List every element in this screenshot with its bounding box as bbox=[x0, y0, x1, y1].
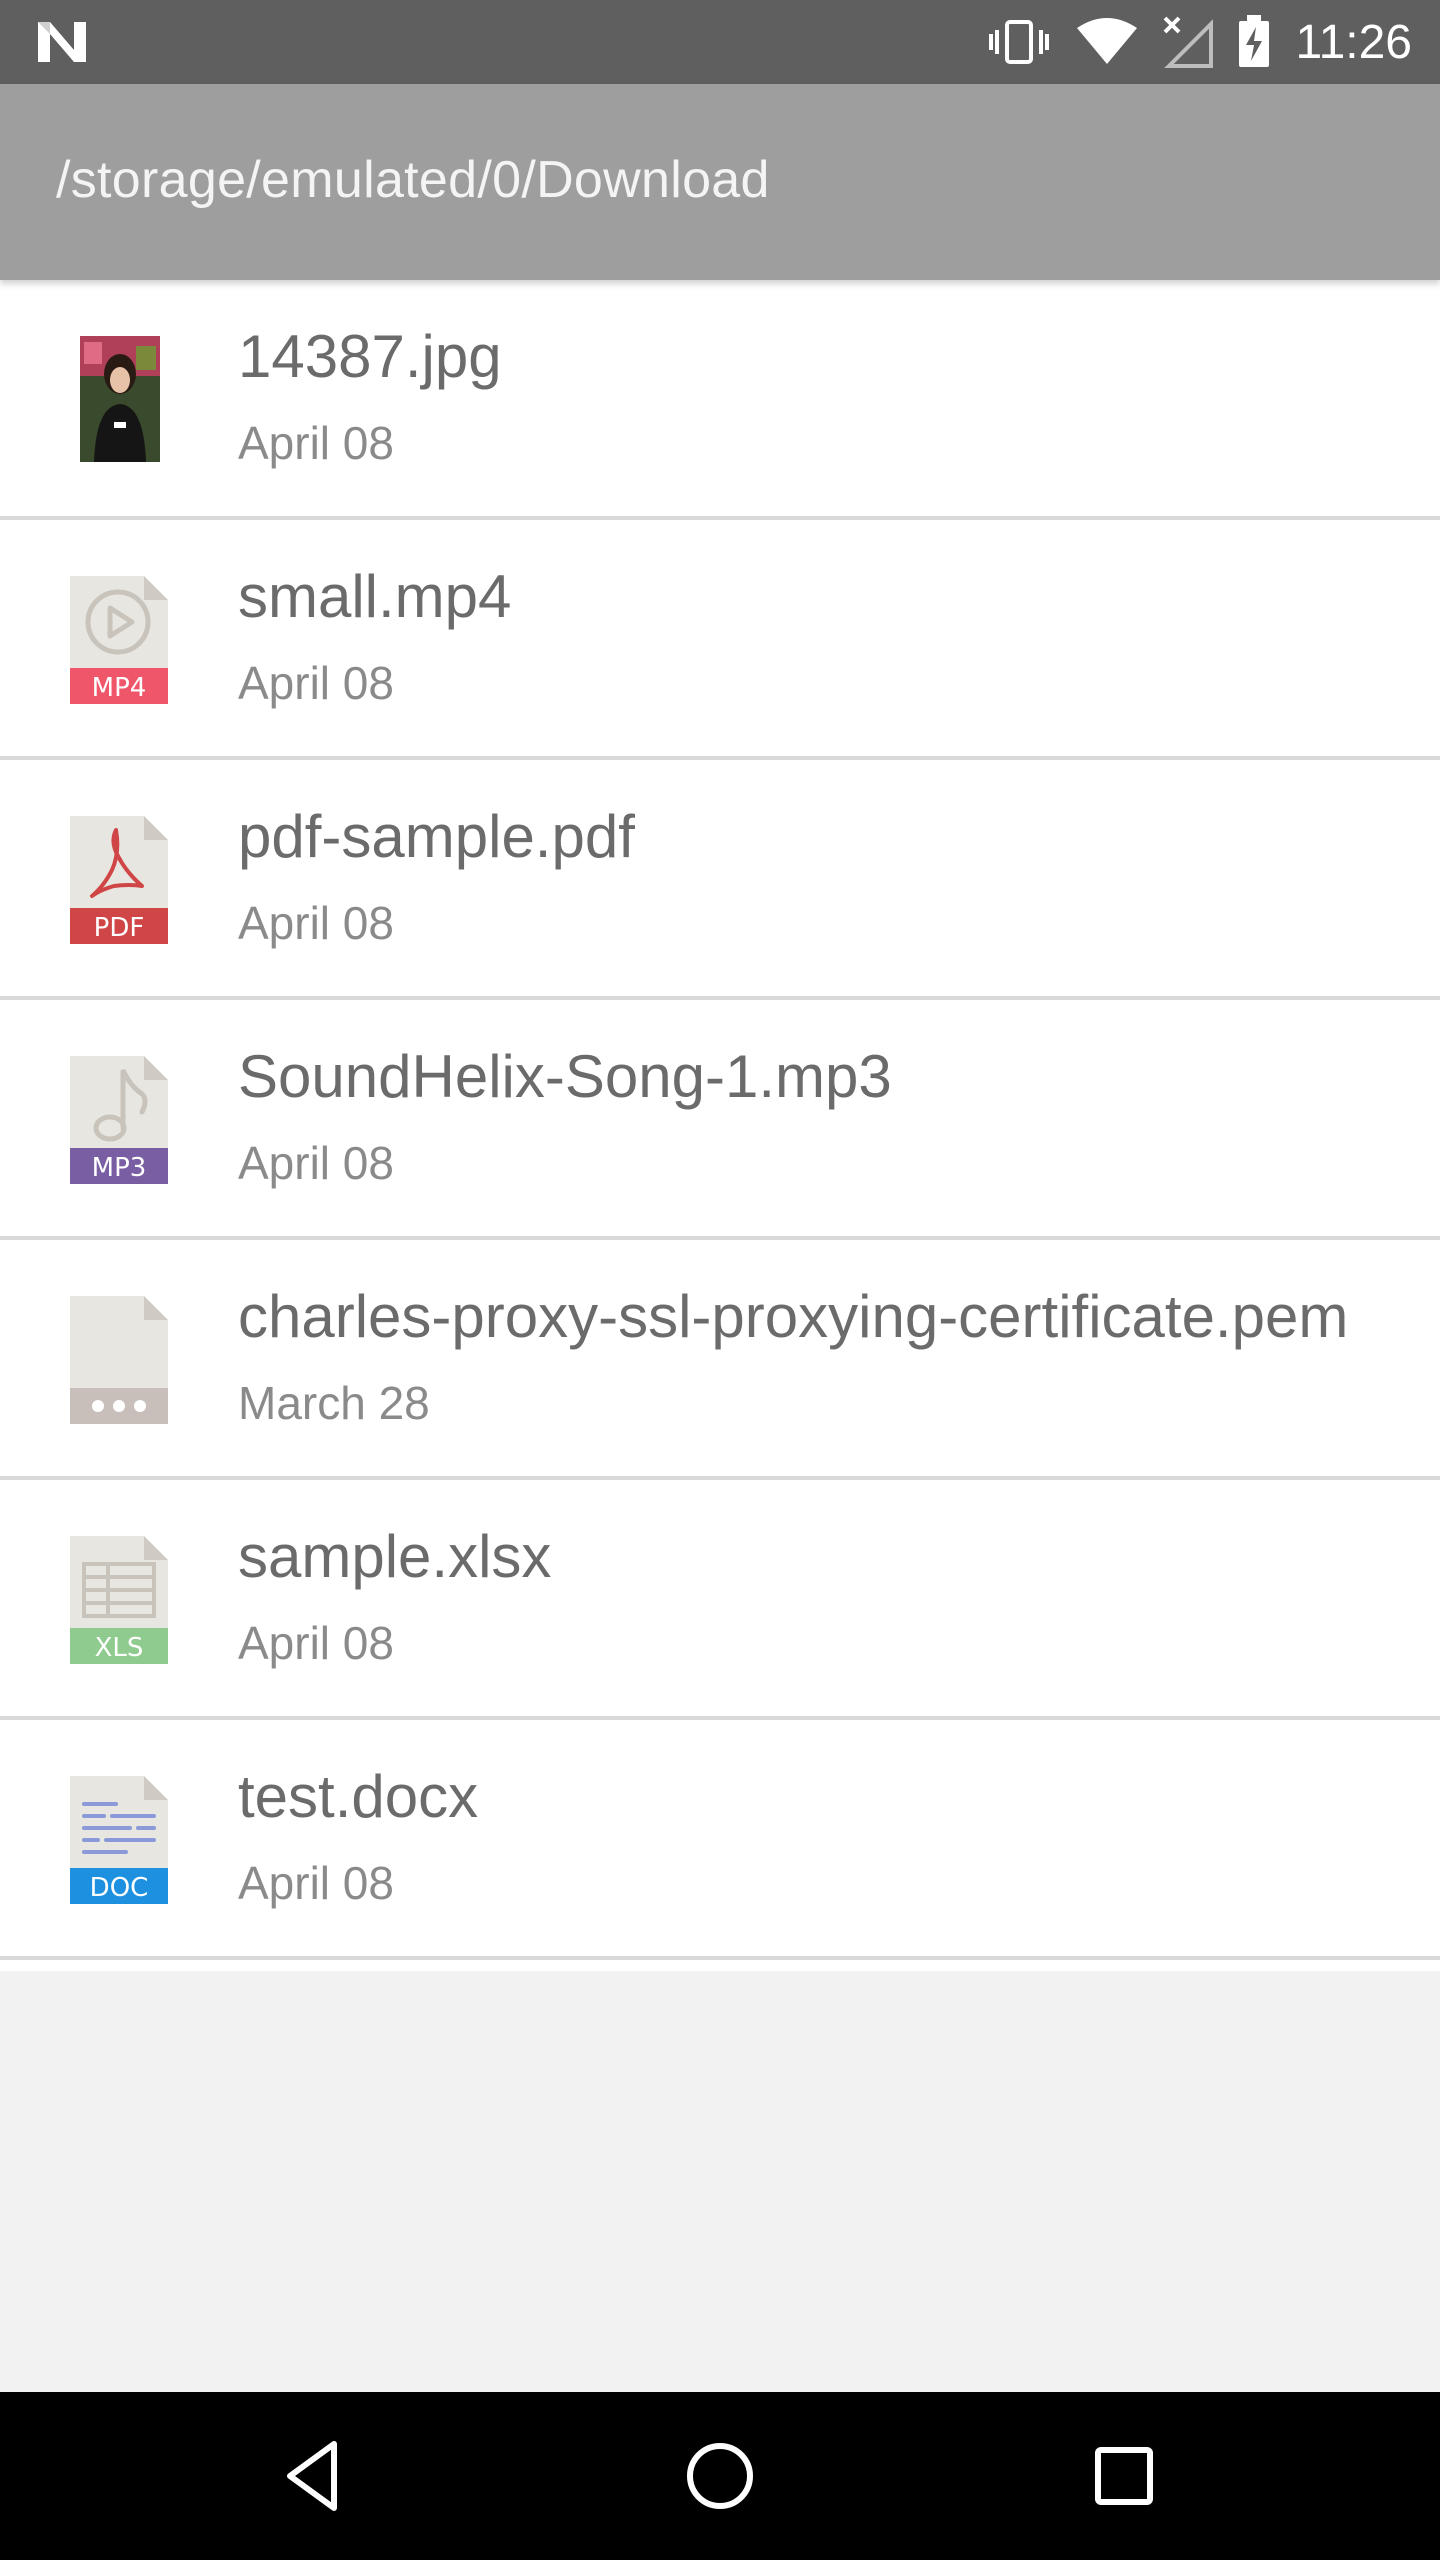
file-date: April 08 bbox=[238, 1857, 394, 1909]
recents-icon[interactable] bbox=[1084, 2436, 1164, 2516]
path-bar: /storage/emulated/0/Download bbox=[0, 84, 1440, 280]
file-date: April 08 bbox=[238, 417, 394, 469]
file-date: April 08 bbox=[238, 897, 394, 949]
file-row[interactable]: MP4 small.mp4 April 08 bbox=[0, 520, 1440, 760]
file-row[interactable]: 14387.jpg April 08 bbox=[0, 280, 1440, 520]
file-row[interactable]: charles-proxy-ssl-proxying-certificate.p… bbox=[0, 1240, 1440, 1480]
file-name: 14387.jpg bbox=[238, 323, 502, 390]
file-badge: XLS bbox=[95, 1633, 144, 1663]
file-row[interactable]: PDF pdf-sample.pdf April 08 bbox=[0, 760, 1440, 1000]
mp3-file-icon: MP3 bbox=[70, 1056, 168, 1184]
file-date: March 28 bbox=[238, 1377, 430, 1429]
pdf-file-icon: PDF bbox=[70, 816, 168, 944]
back-icon[interactable] bbox=[276, 2436, 356, 2516]
file-badge: DOC bbox=[90, 1873, 149, 1903]
file-date: April 08 bbox=[238, 1137, 394, 1189]
file-name: SoundHelix-Song-1.mp3 bbox=[238, 1043, 892, 1110]
mp4-file-icon: MP4 bbox=[70, 576, 168, 704]
no-signal-icon bbox=[1164, 16, 1214, 68]
current-path: /storage/emulated/0/Download bbox=[56, 151, 770, 209]
xls-file-icon: XLS bbox=[70, 1536, 168, 1664]
file-list: 14387.jpg April 08 MP4 small.mp4 April 0… bbox=[0, 280, 1440, 1971]
image-thumbnail-icon bbox=[80, 336, 160, 462]
file-name: small.mp4 bbox=[238, 563, 512, 630]
file-row[interactable]: DOC test.docx April 08 bbox=[0, 1720, 1440, 1960]
vibrate-icon bbox=[989, 20, 1050, 64]
file-name: sample.xlsx bbox=[238, 1523, 552, 1590]
doc-file-icon: DOC bbox=[70, 1776, 168, 1904]
wifi-icon bbox=[1077, 18, 1138, 64]
navigation-bar bbox=[0, 2392, 1440, 2560]
battery-charging-icon bbox=[1239, 15, 1270, 67]
file-name: pdf-sample.pdf bbox=[238, 803, 635, 870]
file-badge: MP3 bbox=[92, 1153, 147, 1183]
file-row[interactable]: MP3 SoundHelix-Song-1.mp3 April 08 bbox=[0, 1000, 1440, 1240]
file-date: April 08 bbox=[238, 657, 394, 709]
clock: 11:26 bbox=[1295, 15, 1412, 69]
generic-file-icon bbox=[70, 1296, 168, 1424]
status-bar: 11:26 bbox=[0, 0, 1440, 84]
file-date: April 08 bbox=[238, 1617, 394, 1669]
file-badge: PDF bbox=[94, 913, 145, 943]
file-badge: MP4 bbox=[92, 673, 147, 703]
n-logo-icon bbox=[38, 22, 86, 62]
home-icon[interactable] bbox=[680, 2436, 760, 2516]
file-row[interactable]: XLS sample.xlsx April 08 bbox=[0, 1480, 1440, 1720]
status-icons: 11:26 bbox=[987, 0, 1412, 84]
file-name: test.docx bbox=[238, 1763, 479, 1830]
file-name: charles-proxy-ssl-proxying-certificate.p… bbox=[238, 1283, 1349, 1350]
